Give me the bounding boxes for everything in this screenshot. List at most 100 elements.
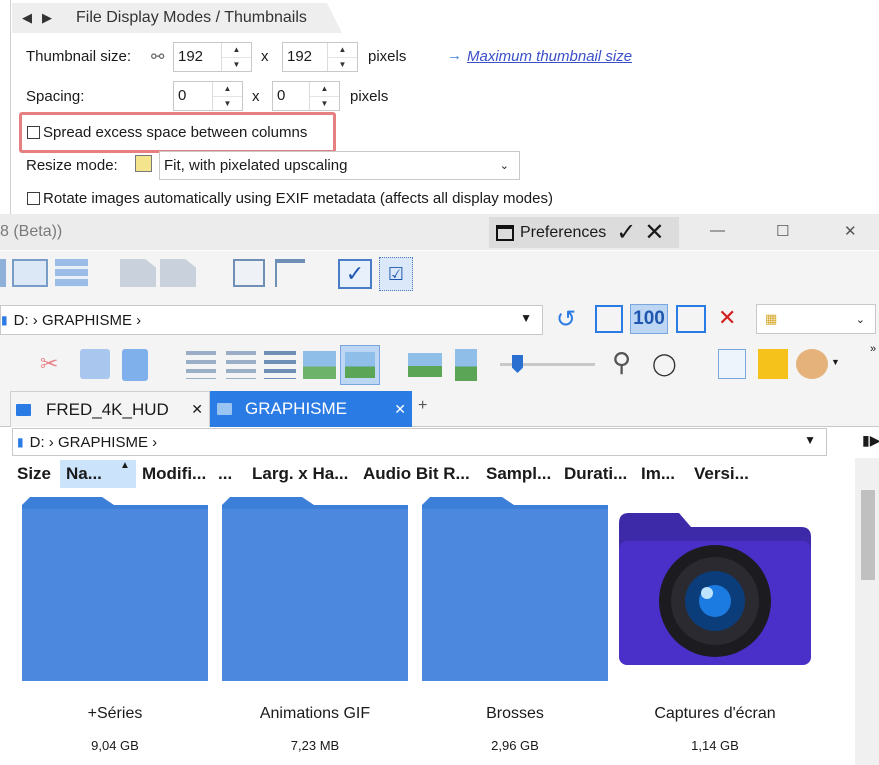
column-sample-rate[interactable]: Sampl... [486, 464, 551, 484]
rows-layout-icon[interactable] [55, 259, 88, 287]
forward-arrow-icon[interactable]: ▶ [42, 10, 56, 26]
column-size[interactable]: Size [17, 464, 51, 484]
close-window-button[interactable]: ✕ [844, 222, 857, 240]
column-duration[interactable]: Durati... [564, 464, 627, 484]
system-files-icon[interactable] [160, 259, 196, 287]
tree-icon[interactable] [275, 259, 305, 287]
column-name[interactable]: Na... [66, 464, 102, 484]
spacing-y-value[interactable]: 0 [273, 82, 309, 110]
item-name[interactable]: +Séries [15, 705, 215, 723]
scrollbar-thumb[interactable] [861, 490, 875, 580]
spin-up-icon[interactable]: ▲ [213, 82, 242, 97]
chevron-down-icon[interactable]: ▼ [804, 433, 816, 447]
column-version[interactable]: Versi... [694, 464, 749, 484]
sticky-note-icon[interactable] [758, 349, 788, 379]
paste-icon[interactable] [122, 349, 148, 381]
folder-icon [217, 403, 232, 415]
maximize-button[interactable]: ☐ [776, 222, 789, 240]
column-image[interactable]: Im... [641, 464, 675, 484]
preferences-window-tab[interactable]: Preferences ✓ ✕ [489, 217, 679, 248]
spread-columns-label[interactable]: Spread excess space between columns [43, 124, 307, 141]
overflow-chevron-icon[interactable]: » [870, 343, 876, 355]
folder-thumbnail[interactable] [422, 497, 608, 681]
copy-icon[interactable] [80, 349, 110, 379]
thumb-height-value[interactable]: 192 [283, 43, 327, 71]
chevron-down-icon[interactable]: ▼ [520, 311, 532, 325]
folder-thumbnail[interactable] [22, 497, 208, 681]
minimize-button[interactable]: — [710, 222, 725, 239]
spin-down-icon[interactable]: ▼ [222, 58, 251, 72]
camera-folder-thumbnail[interactable] [619, 513, 811, 665]
list-thumbnails-icon[interactable] [303, 351, 336, 379]
thumbnails-view-button[interactable] [340, 345, 380, 385]
preview-icon[interactable] [233, 259, 265, 287]
close-tab-icon[interactable]: ✕ [191, 401, 203, 418]
details-view-icon[interactable] [264, 351, 296, 379]
fullscreen-icon[interactable] [676, 305, 706, 333]
rotate-exif-checkbox[interactable] [27, 192, 40, 205]
preferences-breadcrumb: ◀ ▶ File Display Modes / Thumbnails [12, 3, 342, 33]
spin-down-icon[interactable]: ▼ [310, 97, 339, 111]
tab-address-bar[interactable]: ▮ D: › GRAPHISME › ▼ [12, 428, 827, 456]
tab-address-path[interactable]: D: › GRAPHISME › [30, 434, 158, 451]
zoom-100-button[interactable]: 100 [630, 304, 668, 334]
spin-up-icon[interactable]: ▲ [310, 82, 339, 97]
address-bar[interactable]: ▮ D: › GRAPHISME › ▼ [0, 305, 543, 335]
close-preview-icon[interactable]: ✕ [718, 305, 736, 331]
slider-handle[interactable] [512, 355, 523, 373]
move-icon[interactable] [186, 351, 216, 379]
item-name[interactable]: Animations GIF [215, 705, 415, 723]
spacing-x-value[interactable]: 0 [174, 82, 212, 110]
panel-layout-icon[interactable] [12, 259, 48, 287]
cut-icon[interactable]: ✂ [40, 351, 58, 377]
large-thumbnails-icon[interactable] [408, 353, 442, 377]
chevron-down-icon[interactable]: ⌄ [856, 313, 865, 326]
select-mode-icon[interactable]: ☑ [379, 257, 413, 291]
close-icon[interactable]: ✕ [644, 218, 664, 247]
chevron-down-icon[interactable]: ⌄ [500, 159, 509, 172]
back-arrow-icon[interactable]: ◀ [22, 10, 36, 26]
spacing-y-spinner[interactable]: 0 ▲ ▼ [272, 81, 340, 111]
new-tab-button[interactable]: + [418, 397, 427, 415]
hidden-files-icon[interactable] [120, 259, 156, 287]
fit-icon[interactable] [595, 305, 623, 333]
checkmark-icon[interactable]: ✓ [616, 218, 636, 247]
rotate-exif-label[interactable]: Rotate images automatically using EXIF m… [43, 190, 553, 207]
search-icon[interactable]: ⚲ [612, 347, 631, 378]
chain-link-icon[interactable]: ⚯ [151, 47, 164, 67]
tab-graphisme[interactable]: GRAPHISME ✕ [210, 391, 412, 427]
portrait-thumbnails-icon[interactable] [455, 349, 477, 381]
spin-up-icon[interactable]: ▲ [328, 43, 357, 58]
thumb-height-spinner[interactable]: 192 ▲ ▼ [282, 42, 358, 72]
thumb-width-value[interactable]: 192 [174, 43, 221, 71]
resize-mode-dropdown[interactable]: Fit, with pixelated upscaling ⌄ [159, 151, 520, 180]
play-icon[interactable]: ▮▶ [862, 432, 879, 449]
spin-down-icon[interactable]: ▼ [328, 58, 357, 72]
folder-body [22, 509, 208, 681]
close-tab-icon[interactable]: ✕ [394, 401, 406, 418]
spin-down-icon[interactable]: ▼ [213, 97, 242, 111]
item-name[interactable]: Brosses [415, 705, 615, 723]
tab-fred-4k-hud[interactable]: FRED_4K_HUD ✕ [10, 391, 210, 427]
spacing-x-spinner[interactable]: 0 ▲ ▼ [173, 81, 243, 111]
column-modified[interactable]: Modifi... [142, 464, 206, 484]
spread-columns-checkbox[interactable] [27, 126, 40, 139]
maximum-thumbnail-size-link[interactable]: Maximum thumbnail size [467, 48, 632, 65]
dropdown-arrow-icon[interactable]: ▼ [831, 357, 840, 367]
view-dropdown[interactable]: ▦ ⌄ [756, 304, 876, 334]
column-dimensions[interactable]: Larg. x Ha... [252, 464, 348, 484]
column-audio-bitrate[interactable]: Audio Bit R... [363, 464, 470, 484]
thumb-width-spinner[interactable]: 192 ▲ ▼ [173, 42, 252, 72]
undo-icon[interactable]: ↺ [556, 305, 576, 334]
checkbox-mode-icon[interactable]: ✓ [338, 259, 372, 289]
spin-up-icon[interactable]: ▲ [222, 43, 251, 58]
notepad-icon[interactable] [718, 349, 746, 379]
folder-thumbnail[interactable] [222, 497, 408, 681]
address-path[interactable]: D: › GRAPHISME › [14, 312, 142, 329]
sort-icon[interactable] [226, 351, 256, 379]
column-ellipsis[interactable]: ... [218, 464, 232, 484]
layout-icon[interactable] [0, 259, 6, 287]
palette-icon[interactable] [796, 349, 828, 379]
item-name[interactable]: Captures d'écran [615, 705, 815, 723]
binoculars-icon[interactable]: ◯ [652, 351, 677, 377]
